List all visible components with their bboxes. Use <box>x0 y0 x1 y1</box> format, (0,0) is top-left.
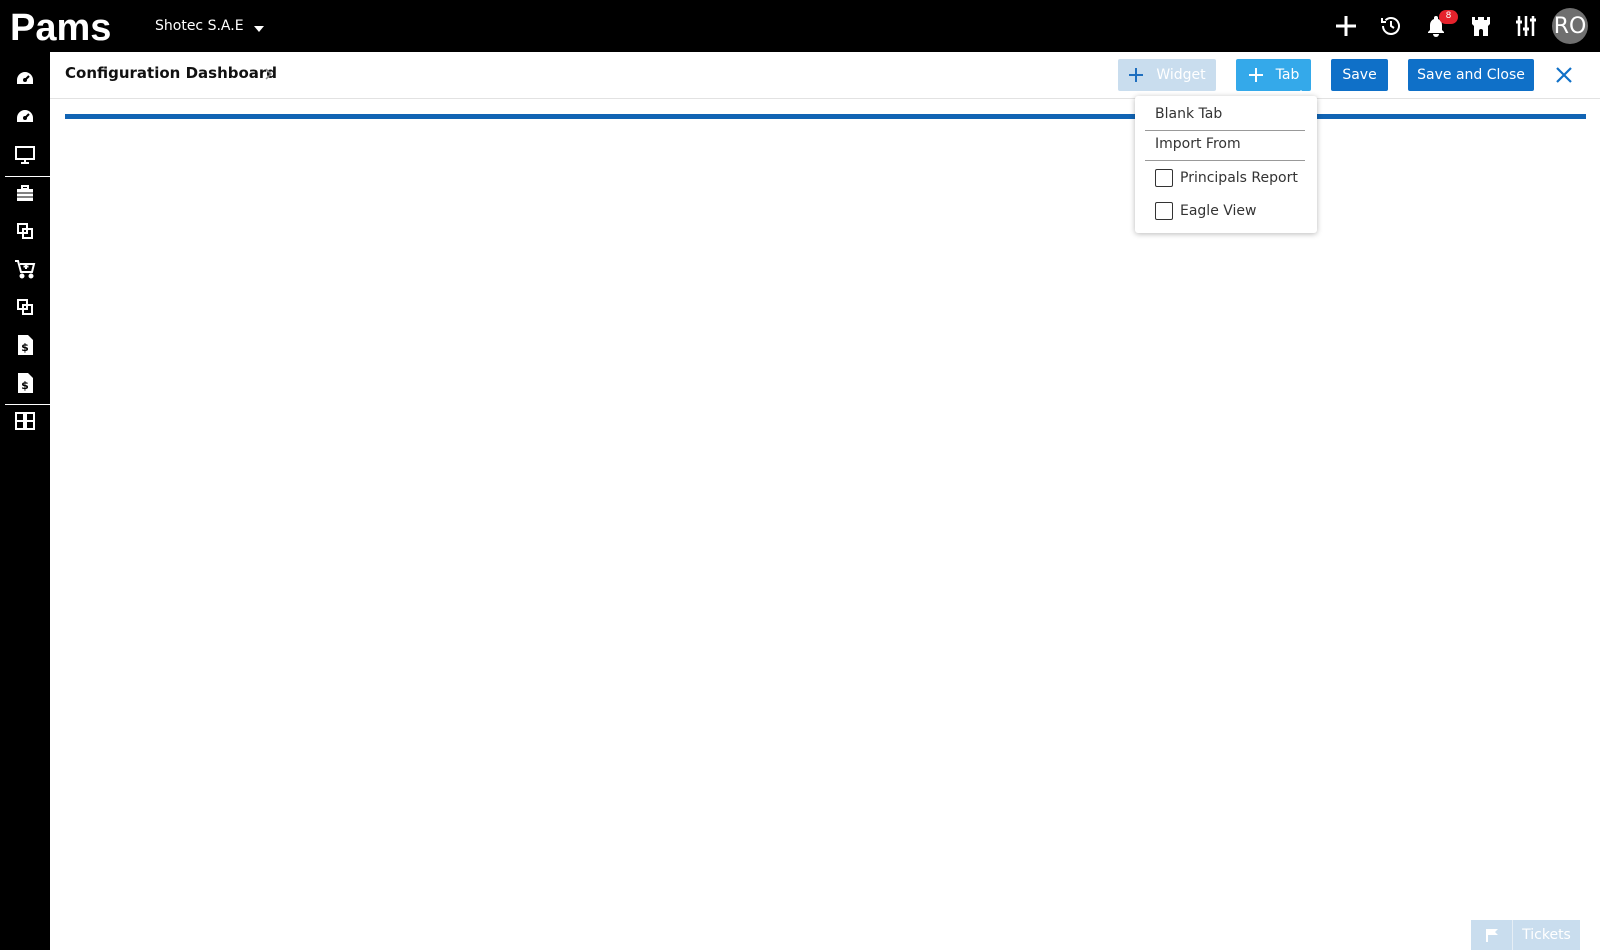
castle-icon <box>1471 17 1490 36</box>
svg-text:Pams: Pams <box>10 7 111 46</box>
sidebar-item-inventory[interactable] <box>0 288 50 326</box>
sidebar-item-monitor[interactable] <box>0 136 50 174</box>
sidebar-item-dashboard[interactable] <box>0 60 50 98</box>
boxes-icon <box>17 299 33 315</box>
notification-badge: 8 <box>1439 10 1458 24</box>
history-button[interactable] <box>1368 0 1413 52</box>
page-title: Configuration Dashboard <box>65 64 278 82</box>
castle-button[interactable] <box>1458 0 1503 52</box>
settings-button[interactable] <box>1503 0 1548 52</box>
sidebar-item-briefcase[interactable] <box>0 174 50 212</box>
add-button[interactable] <box>1323 0 1368 52</box>
option-label: Principals Report <box>1180 170 1298 186</box>
sidebar-item-invoice[interactable]: $ <box>0 326 50 364</box>
user-avatar[interactable]: RO <box>1552 8 1588 44</box>
add-widget-label: Widget <box>1156 67 1206 83</box>
plus-icon <box>1129 68 1144 82</box>
pams-logo[interactable]: Pams <box>10 6 130 46</box>
checkbox[interactable] <box>1155 169 1173 187</box>
history-icon <box>1380 17 1400 35</box>
invoice-icon: $ <box>18 335 33 355</box>
svg-text:$: $ <box>21 341 29 354</box>
sidebar-item-catalog[interactable] <box>0 212 50 250</box>
sidebar-item-dashboard-2[interactable] <box>0 98 50 136</box>
menu-divider <box>1145 160 1305 161</box>
monitor-icon <box>15 146 35 164</box>
speedometer-icon <box>17 72 33 84</box>
company-name: Shotec S.A.E <box>155 18 244 34</box>
flag-icon <box>1471 920 1513 950</box>
tab-dropdown-menu: Blank Tab Import From Principals Report … <box>1135 96 1317 233</box>
svg-text:$: $ <box>21 379 29 392</box>
tickets-button[interactable]: Tickets <box>1471 920 1580 950</box>
plus-icon <box>1335 16 1356 36</box>
tickets-label: Tickets <box>1522 927 1571 943</box>
company-selector[interactable]: Shotec S.A.E <box>155 18 264 34</box>
sidebar: $ $ <box>0 52 50 950</box>
plus-icon <box>1248 68 1263 82</box>
save-and-close-button[interactable]: Save and Close <box>1408 59 1534 91</box>
sliders-icon <box>1515 16 1536 36</box>
page-header: Configuration Dashboard Widget Tab Save … <box>50 52 1600 99</box>
option-label: Eagle View <box>1180 203 1257 219</box>
report-grid-icon <box>15 412 35 430</box>
import-option-eagle-view[interactable]: Eagle View <box>1155 201 1257 221</box>
add-tab-label: Tab <box>1275 67 1300 83</box>
menu-divider <box>1145 130 1305 131</box>
progress-bar <box>65 114 1586 119</box>
add-tab-button[interactable]: Tab <box>1236 59 1311 91</box>
sidebar-item-reports[interactable] <box>0 402 50 440</box>
chevron-right-icon[interactable] <box>262 66 276 82</box>
close-icon <box>1556 67 1572 83</box>
save-button[interactable]: Save <box>1331 59 1388 91</box>
blank-tab-option[interactable]: Blank Tab <box>1145 106 1307 128</box>
close-button[interactable] <box>1550 61 1578 89</box>
import-option-principals-report[interactable]: Principals Report <box>1155 168 1298 188</box>
notifications-button[interactable]: 8 <box>1413 0 1458 52</box>
boxes-icon <box>17 223 33 239</box>
sidebar-item-billing[interactable]: $ <box>0 364 50 402</box>
caret-down-icon <box>253 26 264 32</box>
cart-icon <box>15 260 36 279</box>
import-from-label: Import From <box>1155 136 1241 152</box>
sidebar-item-cart[interactable] <box>0 250 50 288</box>
top-bar: Pams Shotec S.A.E 8 RO <box>0 0 1600 52</box>
add-widget-button[interactable]: Widget <box>1118 59 1216 91</box>
invoice-icon: $ <box>18 373 33 393</box>
briefcase-icon <box>17 185 33 201</box>
checkbox[interactable] <box>1155 202 1173 220</box>
speedometer-icon <box>17 110 33 122</box>
